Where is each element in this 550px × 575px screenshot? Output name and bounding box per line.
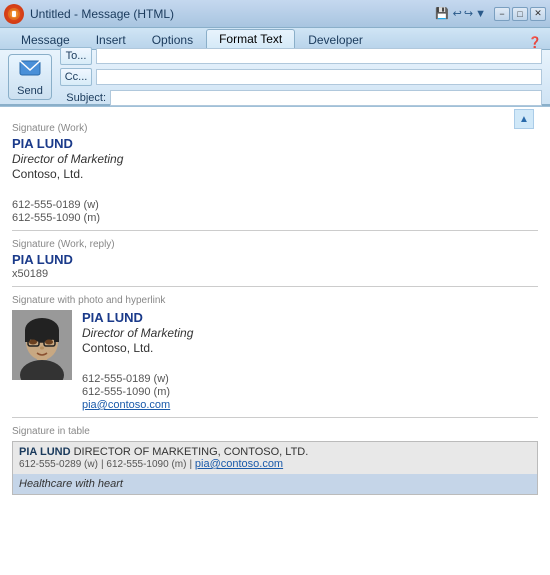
- sig-table-block: Signature in table PIA LUND DIRECTOR OF …: [12, 426, 538, 495]
- subject-input[interactable]: [110, 90, 542, 106]
- tab-options[interactable]: Options: [139, 29, 206, 49]
- send-icon: [18, 58, 42, 83]
- sig-table-top: PIA LUND DIRECTOR OF MARKETING, CONTOSO,…: [13, 442, 537, 474]
- cc-button[interactable]: Cc...: [60, 68, 92, 86]
- photo-placeholder: [12, 310, 72, 380]
- sig-reply-name: PIA LUND: [12, 252, 538, 267]
- sig-work-title: Director of Marketing: [12, 152, 538, 166]
- sig-photo-text: PIA LUND Director of Marketing Contoso, …: [82, 310, 193, 411]
- message-body[interactable]: Signature (Work) PIA LUND Director of Ma…: [0, 107, 550, 575]
- sig-work-block: Signature (Work) PIA LUND Director of Ma…: [12, 123, 538, 224]
- close-button[interactable]: ✕: [530, 7, 546, 21]
- collapse-icon[interactable]: ▲: [514, 109, 534, 129]
- title-bar: Untitled - Message (HTML) 💾 ↩ ↪ ▼ − □ ✕: [0, 0, 550, 28]
- sig-photo-email[interactable]: pia@contoso.com: [82, 399, 193, 411]
- redo-qat-icon[interactable]: ↪: [464, 7, 473, 20]
- to-button[interactable]: To...: [60, 47, 92, 65]
- to-input[interactable]: [96, 48, 542, 64]
- sig-photo-phone2: 612-555-1090 (m): [82, 386, 193, 398]
- sig-reply-extra: x50189: [12, 268, 538, 280]
- sig-reply-label: Signature (Work, reply): [12, 239, 538, 250]
- qat-dropdown-icon[interactable]: ▼: [475, 8, 486, 20]
- main-body: ▲ Signature (Work) PIA LUND Director of …: [0, 106, 550, 575]
- sig-photo-name: PIA LUND: [82, 310, 193, 325]
- sig-work-label: Signature (Work): [12, 123, 538, 134]
- subject-label: Subject:: [60, 92, 106, 104]
- cc-input[interactable]: [96, 69, 542, 85]
- sig-table-jobtitle-text: DIRECTOR OF MARKETING, CONTOSO, LTD.: [74, 446, 309, 458]
- sig-reply-block: Signature (Work, reply) PIA LUND x50189: [12, 239, 538, 280]
- sig-work-company: Contoso, Ltd.: [12, 167, 538, 181]
- sig-photo-label: Signature with photo and hyperlink: [12, 295, 538, 306]
- sig-table-name: PIA LUND: [19, 446, 71, 458]
- save-qat-icon[interactable]: 💾: [435, 7, 449, 20]
- app-icon: [4, 4, 24, 24]
- sig-photo-block: Signature with photo and hyperlink: [12, 295, 538, 411]
- recipients-area: To... Cc... Subject:: [60, 47, 542, 107]
- sig-table-email[interactable]: pia@contoso.com: [195, 458, 283, 470]
- sig-photo-image: [12, 310, 72, 380]
- ribbon-content: Send To... Cc... Subject:: [0, 50, 550, 106]
- sig-table-wrapper: PIA LUND DIRECTOR OF MARKETING, CONTOSO,…: [12, 441, 538, 495]
- minimize-button[interactable]: −: [494, 7, 510, 21]
- sig-table-label: Signature in table: [12, 426, 538, 437]
- tab-developer[interactable]: Developer: [295, 29, 376, 49]
- send-label: Send: [17, 85, 43, 97]
- send-button[interactable]: Send: [8, 54, 52, 100]
- tab-message[interactable]: Message: [8, 29, 83, 49]
- sig-work-phone1: 612-555-0189 (w): [12, 199, 538, 211]
- window-title: Untitled - Message (HTML): [30, 7, 435, 21]
- sig-work-phone2: 612-555-1090 (m): [12, 212, 538, 224]
- sig-photo-company: Contoso, Ltd.: [82, 341, 193, 355]
- to-row: To...: [60, 47, 542, 65]
- tab-insert[interactable]: Insert: [83, 29, 139, 49]
- sig-table-tagline: Healthcare with heart: [13, 474, 537, 494]
- sig-photo-content: PIA LUND Director of Marketing Contoso, …: [12, 310, 538, 411]
- cc-row: Cc...: [60, 68, 542, 86]
- sig-photo-title: Director of Marketing: [82, 326, 193, 340]
- maximize-button[interactable]: □: [512, 7, 528, 21]
- undo-qat-icon[interactable]: ↩: [453, 7, 462, 20]
- sig-work-name: PIA LUND: [12, 136, 538, 151]
- sig-table-phone2: 612-555-1090 (m): [106, 459, 186, 470]
- window-controls: − □ ✕: [494, 7, 546, 21]
- tab-format-text[interactable]: Format Text: [206, 29, 295, 49]
- sig-table-phone: 612-555-0289 (w): [19, 459, 98, 470]
- sig-photo-phone1: 612-555-0189 (w): [82, 373, 193, 385]
- subject-row: Subject:: [60, 89, 542, 107]
